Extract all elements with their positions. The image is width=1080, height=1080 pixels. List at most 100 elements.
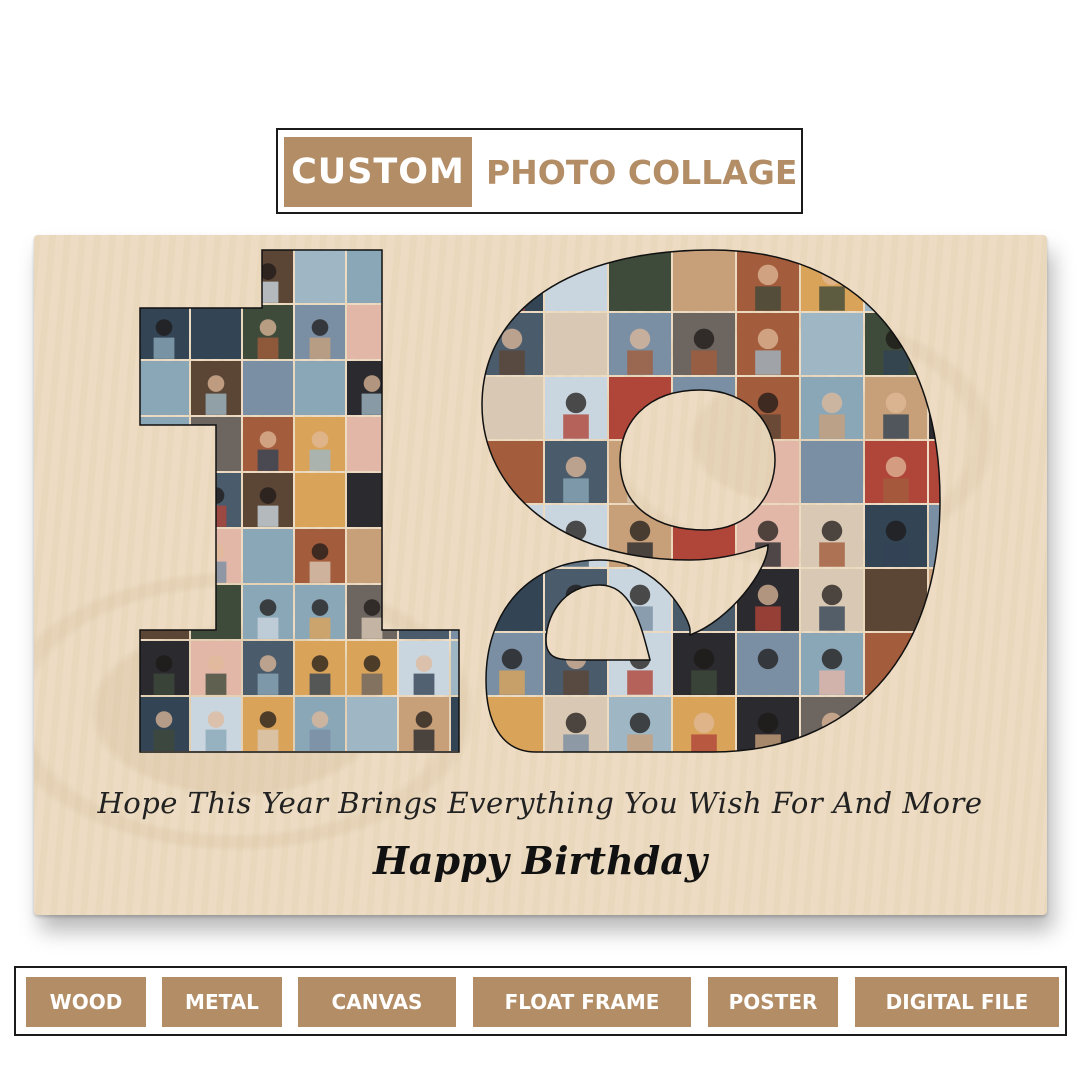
material-options: WOOD METAL CANVAS FLOAT FRAME POSTER DIG…: [14, 966, 1067, 1036]
photo-tile: [929, 697, 940, 752]
photo-subject-body: [205, 729, 227, 751]
photo-subject: [259, 599, 277, 616]
photo-subject-body: [153, 729, 175, 751]
photo-subject-body: [499, 350, 525, 375]
photo-subject-body: [309, 729, 331, 751]
photo-subject-body: [563, 606, 589, 631]
photo-subject: [311, 543, 329, 560]
photo-subject: [415, 711, 433, 728]
photo-subject-body: [819, 734, 845, 752]
photo-tile: [482, 377, 543, 439]
photo-subject: [501, 648, 523, 670]
photo-subject-body: [153, 449, 175, 471]
option-metal[interactable]: METAL: [162, 977, 282, 1027]
photo-subject: [757, 264, 779, 286]
photo-subject: [155, 655, 173, 672]
photo-subject: [693, 392, 715, 414]
photo-tile: [865, 697, 927, 752]
photo-subject: [155, 711, 173, 728]
photo-subject-body: [947, 542, 973, 566]
photo-subject-body: [309, 561, 331, 583]
photo-subject-body: [947, 414, 973, 438]
option-wood[interactable]: WOOD: [26, 977, 146, 1027]
photo-subject-body: [563, 734, 589, 752]
photo-tile: [295, 361, 345, 415]
photo-tile: [929, 250, 940, 311]
photo-subject: [155, 431, 173, 448]
photo-subject: [501, 520, 523, 542]
photo-subject: [821, 584, 843, 606]
photo-subject: [501, 328, 523, 350]
photo-subject: [207, 375, 225, 392]
photo-tile: [347, 697, 397, 751]
photo-subject: [885, 712, 907, 734]
photo-tile: [140, 361, 189, 415]
option-digital-file[interactable]: DIGITAL FILE: [855, 977, 1059, 1027]
photo-subject: [311, 655, 329, 672]
photo-subject-body: [205, 281, 227, 303]
photo-subject-body: [153, 673, 175, 695]
photo-subject: [208, 767, 225, 784]
photo-subject: [821, 520, 843, 542]
photo-subject: [311, 599, 329, 616]
photo-subject-body: [691, 734, 717, 752]
photo-subject-body: [499, 542, 525, 567]
photo-subject-body: [563, 670, 589, 695]
option-poster[interactable]: POSTER: [708, 977, 838, 1027]
photo-subject-body: [466, 730, 487, 751]
photo-tile: [609, 441, 671, 503]
photo-subject-body: [691, 670, 717, 695]
photo-tile: [140, 529, 189, 583]
photo-subject: [155, 487, 173, 504]
photo-subject-body: [309, 617, 331, 639]
photo-tile: [140, 250, 189, 303]
photo-tile: [347, 529, 397, 583]
photo-subject-body: [309, 449, 331, 471]
photo-subject-body: [361, 393, 383, 415]
photo-tile: [399, 473, 449, 527]
photo-subject-body: [257, 729, 279, 751]
photo-tile: [545, 313, 607, 375]
photo-subject-body: [361, 673, 383, 695]
photo-subject: [629, 584, 651, 606]
option-canvas[interactable]: CANVAS: [298, 977, 456, 1027]
photo-subject-body: [819, 286, 845, 311]
photo-tile: [140, 473, 189, 527]
photo-subject: [757, 392, 779, 414]
photo-tile: [347, 305, 397, 359]
photo-subject-body: [883, 734, 909, 752]
photo-subject-body: [499, 286, 525, 311]
digit-nine-photos: [482, 250, 973, 752]
photo-subject-body: [257, 617, 279, 639]
photo-subject-body: [153, 281, 175, 303]
photo-tile: [347, 473, 397, 527]
photo-subject: [468, 767, 485, 784]
photo-subject: [757, 328, 779, 350]
photo-subject-body: [627, 734, 653, 752]
photo-subject-body: [205, 673, 227, 695]
photo-subject-body: [947, 670, 973, 694]
photo-subject-body: [563, 478, 589, 503]
photo-tile: [191, 250, 241, 303]
photo-subject: [565, 392, 587, 414]
photo-tile: [673, 377, 735, 439]
photo-subject-body: [413, 505, 435, 527]
photo-tile: [399, 361, 449, 415]
photo-subject: [885, 264, 907, 286]
photo-tile: [801, 313, 863, 375]
option-float-frame[interactable]: FLOAT FRAME: [473, 977, 691, 1027]
photo-subject-body: [883, 414, 909, 439]
photo-subject: [629, 456, 651, 478]
photo-subject-body: [947, 478, 973, 502]
photo-subject: [259, 711, 277, 728]
photo-subject-body: [413, 729, 435, 751]
photo-subject-body: [819, 414, 845, 439]
photo-tile: [243, 361, 293, 415]
photo-subject-body: [413, 673, 435, 695]
photo-subject-body: [153, 337, 175, 359]
photo-subject-body: [205, 393, 227, 415]
photo-tile: [482, 697, 543, 752]
photo-subject-body: [755, 670, 781, 695]
photo-subject: [415, 655, 433, 672]
photo-subject: [259, 431, 277, 448]
